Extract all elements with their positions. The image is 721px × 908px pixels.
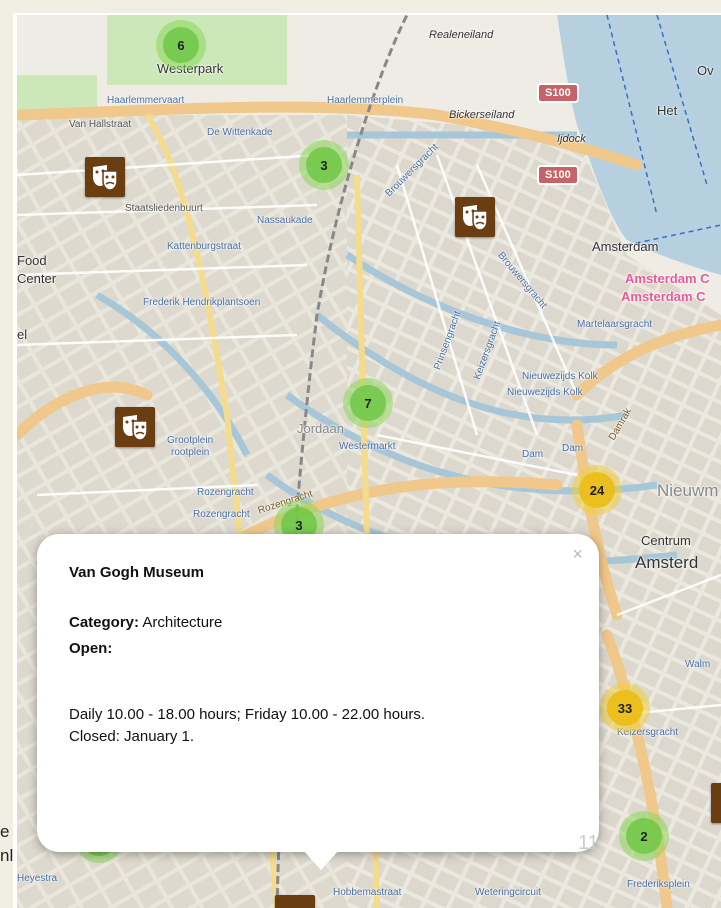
map-label-westermarkt: Westermarkt bbox=[339, 441, 396, 452]
map-label-ov: Ov bbox=[697, 63, 714, 78]
map-label-bickerseiland: Bickerseiland bbox=[449, 109, 515, 121]
edge-text: e bbox=[0, 822, 10, 841]
cluster-count: 6 bbox=[163, 27, 199, 63]
theater-masks-icon bbox=[463, 205, 488, 231]
cluster-marker[interactable]: 3 bbox=[299, 140, 349, 190]
map-label-staatsliedenbuurt: Staatsliedenbuurt bbox=[125, 203, 203, 214]
map-label-realeneiland: Realeneiland bbox=[429, 29, 494, 41]
map-label-dam-1: Dam bbox=[522, 449, 544, 460]
cluster-count: 7 bbox=[350, 385, 386, 421]
map-label-het: Het bbox=[657, 103, 678, 118]
map-label-grootplein: Grootplein bbox=[167, 435, 214, 446]
map-label-rozengracht-1: Rozengracht bbox=[197, 487, 254, 498]
cluster-count: 2 bbox=[626, 818, 662, 854]
map-label-hobbemastraat: Hobbemastraat bbox=[333, 887, 402, 898]
hours-line-2: Closed: January 1. bbox=[69, 728, 195, 745]
map-label-jordaan: Jordaan bbox=[297, 421, 344, 436]
map-label-amsterdam-c2: Amsterdam C bbox=[621, 289, 706, 304]
category-label: Category: bbox=[69, 614, 140, 631]
theater-masks-icon bbox=[93, 165, 118, 191]
theater-marker[interactable] bbox=[455, 197, 495, 237]
map-label-kattenburgstraat: Kattenburgstraat bbox=[167, 241, 241, 252]
open-label: Open: bbox=[69, 640, 113, 657]
cluster-marker[interactable]: 7 bbox=[343, 378, 393, 428]
map-label-vanhallstraat: Van Hallstraat bbox=[69, 119, 132, 130]
cluster-marker[interactable]: 2 bbox=[619, 811, 669, 861]
map-label-dam-2: Dam bbox=[562, 443, 584, 454]
route-badge: S100 bbox=[537, 83, 579, 103]
edge-text: nl bbox=[0, 846, 14, 865]
map-label-nieuwezijds-2: Nieuwezijds Kolk bbox=[507, 387, 583, 398]
theater-marker[interactable] bbox=[85, 157, 125, 197]
popup-open-label: Open: bbox=[69, 640, 112, 657]
cluster-marker[interactable]: 6 bbox=[156, 20, 206, 70]
theater-marker[interactable] bbox=[711, 783, 721, 823]
map-label-nieuwezijds-1: Nieuwezijds Kolk bbox=[522, 371, 598, 382]
map-label-amsterdam-c1: Amsterdam C bbox=[625, 271, 710, 286]
map-label-centrum: Centrum bbox=[641, 533, 691, 548]
map-label-haarlemmerplein: Haarlemmerplein bbox=[327, 95, 404, 106]
cluster-count: 24 bbox=[579, 472, 615, 508]
theater-marker[interactable] bbox=[275, 895, 315, 908]
map-label-nieuwm: Nieuwm bbox=[657, 481, 719, 500]
map-label-el: el bbox=[17, 327, 28, 342]
map-label-dewittenkade: De Wittenkade bbox=[207, 127, 273, 138]
hours-line-1: Daily 10.00 - 18.00 hours; Friday 10.00 … bbox=[69, 706, 426, 723]
map-label-nassaukade: Nassaukade bbox=[257, 215, 313, 226]
cluster-marker[interactable]: 33 bbox=[600, 683, 650, 733]
map-label-dock: Ijdock bbox=[557, 133, 586, 145]
map-label-food: Food bbox=[17, 253, 47, 268]
theater-masks-icon bbox=[123, 415, 148, 441]
map-label-center: Center bbox=[17, 271, 57, 286]
category-value: Architecture bbox=[142, 614, 223, 631]
map-label-martelaarsgracht: Martelaarsgracht bbox=[577, 319, 653, 330]
info-popup: × Van Gogh Museum Category: Architecture… bbox=[37, 534, 599, 870]
map-label-weteringcircuit: Weteringcircuit bbox=[475, 887, 541, 898]
cluster-marker[interactable]: 24 bbox=[572, 465, 622, 515]
map-label-haarlemmervaart: Haarlemmervaart bbox=[107, 95, 185, 106]
theater-marker[interactable] bbox=[115, 407, 155, 447]
cluster-count: 33 bbox=[607, 690, 643, 726]
map-label-walm: Walm bbox=[685, 659, 711, 670]
map-label-rootplein: rootplein bbox=[171, 447, 210, 458]
popup-title: Van Gogh Museum bbox=[69, 564, 205, 581]
map-label-frederik: Frederik Hendrikplantsoen bbox=[143, 297, 261, 308]
map-label-frederiksplein: Frederiksplein bbox=[627, 879, 690, 890]
map-label-amsterdam: Amsterdam bbox=[592, 239, 659, 254]
close-icon[interactable]: × bbox=[572, 544, 583, 565]
popup-category: Category: Architecture bbox=[69, 614, 222, 631]
route-badge: S100 bbox=[537, 165, 579, 185]
map-label-heyestra: Heyestra bbox=[17, 873, 58, 884]
map-label-amsterd: Amsterd bbox=[635, 553, 699, 572]
slide-number: 11 bbox=[578, 832, 599, 854]
cluster-count: 3 bbox=[306, 147, 342, 183]
popup-tip bbox=[303, 850, 339, 870]
map-label-rozengracht-2: Rozengracht bbox=[193, 509, 250, 520]
